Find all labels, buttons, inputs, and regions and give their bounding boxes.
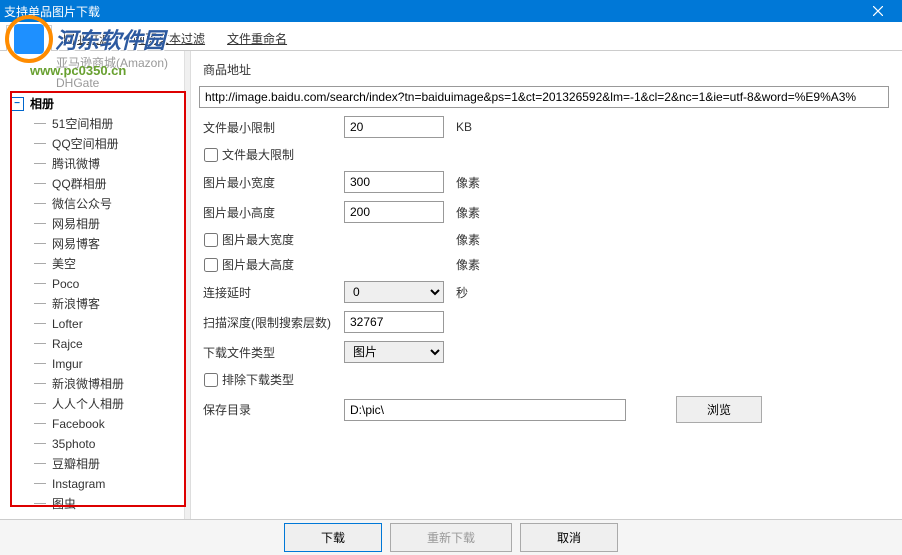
tree-item[interactable]: 美空 — [0, 254, 184, 274]
tree-item[interactable]: 新浪博客 — [0, 294, 184, 314]
savepath-label: 保存目录 — [199, 401, 344, 418]
min-width-label: 图片最小宽度 — [199, 174, 344, 191]
tab-rename[interactable]: 文件重命名 — [216, 25, 298, 51]
tree-item[interactable]: 腾讯微博 — [0, 154, 184, 174]
tab-text-filter[interactable]: 网页文本过滤 — [122, 25, 216, 51]
min-height-input[interactable] — [344, 201, 444, 223]
title-bar: 支持单品图片下载 — [0, 0, 902, 22]
browse-button[interactable]: 浏览 — [676, 396, 762, 423]
min-size-input[interactable] — [344, 116, 444, 138]
form-panel: 商品地址 文件最小限制 KB 文件最大限制 图片最小宽度 像素 图片最小高度 像… — [191, 51, 902, 519]
filetype-select[interactable]: 图片 — [344, 341, 444, 363]
tree-item[interactable]: 人人个人相册 — [0, 394, 184, 414]
tree-item[interactable]: Lofter — [0, 314, 184, 334]
cancel-button[interactable]: 取消 — [520, 523, 618, 552]
url-label: 商品地址 — [199, 61, 259, 78]
min-height-label: 图片最小高度 — [199, 204, 344, 221]
tree-item-amazon[interactable]: 亚马逊商城(Amazon) — [0, 53, 184, 73]
max-height-check[interactable] — [204, 258, 218, 272]
max-size-label: 文件最大限制 — [222, 146, 294, 163]
url-input[interactable] — [199, 86, 889, 108]
depth-input[interactable] — [344, 311, 444, 333]
collapse-icon[interactable]: − — [10, 97, 24, 111]
tree-item[interactable]: 图虫 — [0, 494, 184, 514]
px-unit: 像素 — [456, 231, 480, 248]
max-width-label: 图片最大宽度 — [222, 231, 294, 248]
max-size-check[interactable] — [204, 148, 218, 162]
min-width-input[interactable] — [344, 171, 444, 193]
tree-item[interactable]: Instagram — [0, 474, 184, 494]
exclude-label: 排除下载类型 — [222, 371, 294, 388]
px-unit: 像素 — [456, 256, 480, 273]
tree-item-dhgate[interactable]: DHGate — [0, 73, 184, 93]
delay-label: 连接延时 — [199, 284, 344, 301]
tree-group-album[interactable]: − 相册 — [0, 93, 184, 114]
delay-select[interactable]: 0 — [344, 281, 444, 303]
max-height-label: 图片最大高度 — [222, 256, 294, 273]
redownload-button[interactable]: 重新下载 — [390, 523, 512, 552]
tree-item[interactable]: Facebook — [0, 414, 184, 434]
tree-item[interactable]: Imgur — [0, 354, 184, 374]
download-button[interactable]: 下载 — [284, 523, 382, 552]
tree-item[interactable]: QQ群相册 — [0, 174, 184, 194]
tree-item[interactable]: QQ空间相册 — [0, 134, 184, 154]
tree-item[interactable]: Poco — [0, 274, 184, 294]
tree-item[interactable]: 网易相册 — [0, 214, 184, 234]
sec-unit: 秒 — [456, 284, 468, 301]
kb-unit: KB — [456, 120, 472, 134]
close-button[interactable] — [858, 0, 898, 22]
tree-item[interactable]: 网易博客 — [0, 234, 184, 254]
max-width-check[interactable] — [204, 233, 218, 247]
px-unit: 像素 — [456, 204, 480, 221]
bottom-bar: 下载 重新下载 取消 — [0, 519, 902, 555]
tab-strip: 常用 网址过滤 网页文本过滤 文件重命名 — [0, 24, 902, 51]
tree-item[interactable]: Rajce — [0, 334, 184, 354]
tree-item[interactable]: 51空间相册 — [0, 114, 184, 134]
sidebar-tree[interactable]: 亚马逊商城(Amazon) DHGate − 相册 51空间相册QQ空间相册腾讯… — [0, 51, 185, 519]
filetype-label: 下载文件类型 — [199, 344, 344, 361]
tab-url-filter[interactable]: 网址过滤 — [52, 25, 122, 51]
exclude-check[interactable] — [204, 373, 218, 387]
tree-item[interactable]: 豆瓣相册 — [0, 454, 184, 474]
min-size-label: 文件最小限制 — [199, 119, 344, 136]
px-unit: 像素 — [456, 174, 480, 191]
savepath-input[interactable] — [344, 399, 626, 421]
tree-item[interactable]: 35photo — [0, 434, 184, 454]
tab-common[interactable]: 常用 — [6, 25, 52, 51]
depth-label: 扫描深度(限制搜索层数) — [199, 314, 344, 331]
window-title: 支持单品图片下载 — [4, 3, 100, 20]
tree-item[interactable]: 微信公众号 — [0, 194, 184, 214]
tree-item[interactable]: Twitter — [0, 514, 184, 519]
tree-item[interactable]: 新浪微博相册 — [0, 374, 184, 394]
